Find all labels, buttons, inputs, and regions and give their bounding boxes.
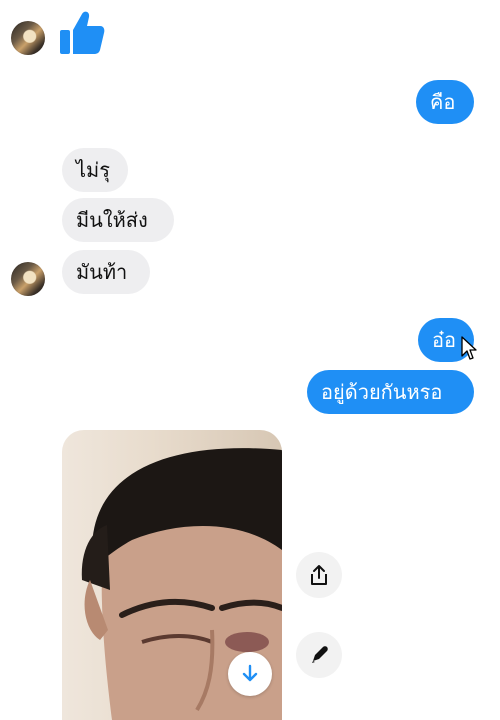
share-icon [311, 565, 327, 585]
outgoing-message[interactable]: คือ [416, 80, 474, 124]
edit-button[interactable] [296, 632, 342, 678]
incoming-message[interactable]: ไม่รุ [62, 148, 128, 192]
sender-avatar[interactable] [11, 262, 45, 296]
download-button[interactable] [228, 652, 272, 696]
download-icon [242, 664, 258, 682]
pencil-icon [312, 646, 328, 663]
thumbs-up-icon [60, 11, 105, 55]
incoming-message[interactable]: มันท้า [62, 250, 150, 294]
share-button[interactable] [296, 552, 342, 598]
mouse-cursor-icon [461, 336, 477, 360]
outgoing-message[interactable]: อยู่ด้วยกันหรอ [307, 370, 474, 414]
incoming-message[interactable]: มีนให้ส่ง [62, 198, 174, 242]
sender-avatar[interactable] [11, 21, 45, 55]
